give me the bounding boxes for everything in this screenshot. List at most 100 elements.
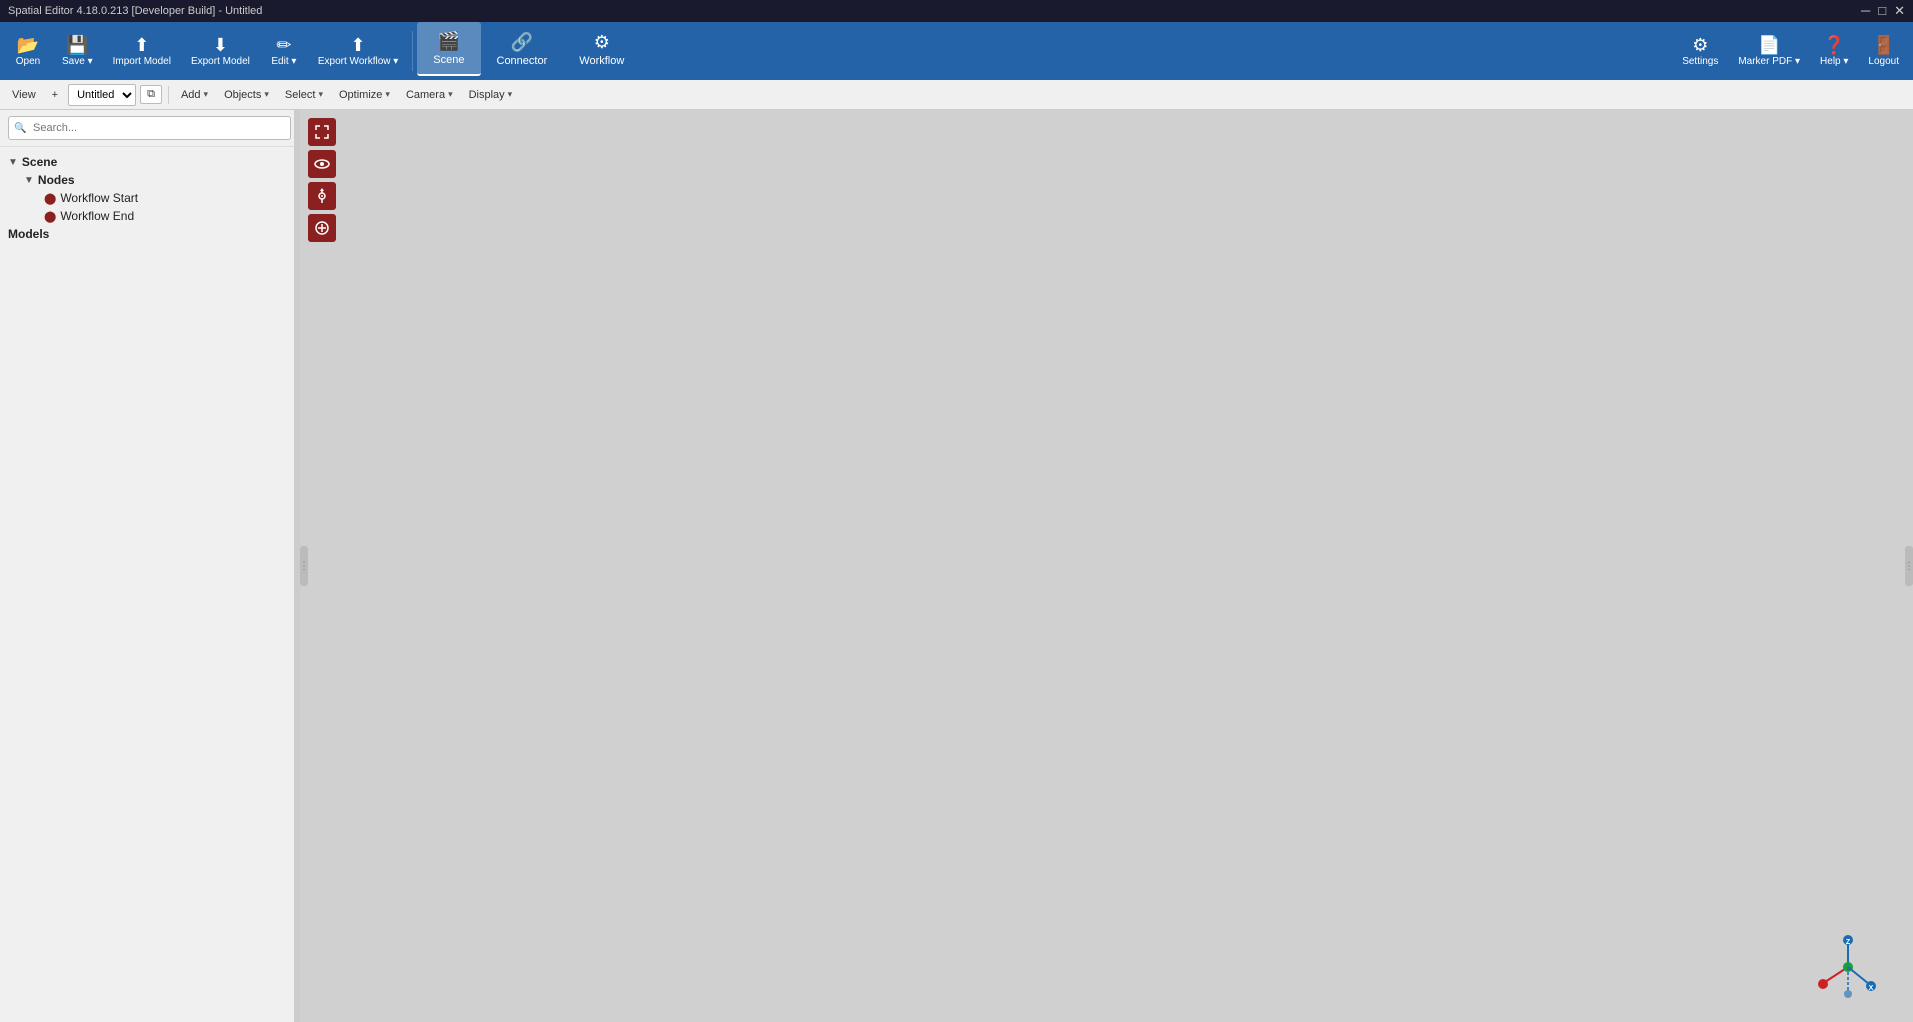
search-input[interactable] xyxy=(8,116,291,140)
maximize-button[interactable]: □ xyxy=(1878,3,1886,19)
import-model-button[interactable]: ⬆ Import Model xyxy=(103,24,181,78)
add-object-icon xyxy=(314,220,330,236)
logout-icon: 🚪 xyxy=(1872,36,1894,54)
export-model-button[interactable]: ⬇ Export Model xyxy=(181,24,260,78)
add-dropdown-icon: ▾ xyxy=(204,89,209,100)
viewport-toolbar xyxy=(308,118,336,242)
left-panel: ▼ Scene ▼ Nodes ⬤ Workflow Start ⬤ Workf… xyxy=(0,110,300,1022)
tab-workflow[interactable]: ⚙ Workflow xyxy=(563,22,640,76)
view-label: View xyxy=(6,87,42,103)
workflow-label: Workflow xyxy=(579,55,624,67)
objects-menu-label: Objects xyxy=(224,89,261,101)
select-dropdown-icon: ▾ xyxy=(318,89,323,100)
import-icon: ⬆ xyxy=(134,36,149,54)
axis-indicator: Z X xyxy=(1813,932,1883,1002)
marker-pdf-button[interactable]: 📄 Marker PDF ▾ xyxy=(1728,24,1810,78)
camera-dropdown-icon: ▾ xyxy=(448,89,453,100)
add-object-button[interactable] xyxy=(308,214,336,242)
left-panel-resize-handle[interactable] xyxy=(294,110,299,1022)
save-icon: 💾 xyxy=(66,36,88,54)
settings-icon: ⚙ xyxy=(1692,36,1708,54)
logout-button[interactable]: 🚪 Logout xyxy=(1858,24,1909,78)
models-label: Models xyxy=(8,227,49,241)
optimize-menu-label: Optimize xyxy=(339,89,382,101)
copy-view-button[interactable]: ⧉ xyxy=(140,85,162,104)
tab-scene[interactable]: 🎬 Scene xyxy=(417,22,480,76)
save-button[interactable]: 💾 Save ▾ xyxy=(52,24,103,78)
right-collapse-handle[interactable]: ⋮ xyxy=(1905,546,1913,586)
scene-icon: 🎬 xyxy=(438,31,460,52)
select-menu-label: Select xyxy=(285,89,316,101)
minimize-button[interactable]: ─ xyxy=(1861,3,1870,19)
viewport[interactable]: ⋮ ⋮ Z X xyxy=(300,110,1913,1022)
workflow-end-label: Workflow End xyxy=(60,209,134,223)
search-box xyxy=(0,110,299,147)
view-name-select[interactable]: Untitled xyxy=(68,84,136,106)
settings-button[interactable]: ⚙ Settings xyxy=(1672,24,1728,78)
transform-button[interactable] xyxy=(308,182,336,210)
help-button[interactable]: ❓ Help ▾ xyxy=(1810,24,1858,78)
toolbar-separator-1 xyxy=(412,31,413,71)
nodes-label: Nodes xyxy=(38,173,75,187)
svg-text:X: X xyxy=(1869,985,1874,992)
open-icon: 📂 xyxy=(17,36,39,54)
edit-button[interactable]: ✏ Edit ▾ xyxy=(260,24,308,78)
optimize-menu-button[interactable]: Optimize ▾ xyxy=(333,87,396,103)
tree-item-models[interactable]: Models xyxy=(0,225,299,243)
camera-menu-label: Camera xyxy=(406,89,445,101)
settings-label: Settings xyxy=(1682,56,1718,67)
scene-chevron: ▼ xyxy=(8,157,18,168)
camera-menu-button[interactable]: Camera ▾ xyxy=(400,87,459,103)
tab-connector[interactable]: 🔗 Connector xyxy=(481,22,564,76)
marker-pdf-label: Marker PDF ▾ xyxy=(1738,56,1800,67)
sec-separator-1 xyxy=(168,86,169,104)
workflow-end-icon: ⬤ xyxy=(44,210,56,223)
view-mode-icon xyxy=(314,156,330,172)
add-menu-button[interactable]: Add ▾ xyxy=(175,87,214,103)
window-controls: ─ □ ✕ xyxy=(1861,3,1905,19)
select-menu-button[interactable]: Select ▾ xyxy=(279,87,329,103)
save-label: Save ▾ xyxy=(62,56,93,67)
open-button[interactable]: 📂 Open xyxy=(4,24,52,78)
connector-icon: 🔗 xyxy=(511,32,533,53)
secondary-toolbar: View + Untitled ⧉ Add ▾ Objects ▾ Select… xyxy=(0,80,1913,110)
add-menu-label: Add xyxy=(181,89,201,101)
close-button[interactable]: ✕ xyxy=(1894,3,1905,19)
logout-label: Logout xyxy=(1868,56,1899,67)
tree-item-nodes[interactable]: ▼ Nodes xyxy=(0,171,299,189)
export-model-label: Export Model xyxy=(191,56,250,67)
scene-label: Scene xyxy=(433,54,464,66)
app-title: Spatial Editor 4.18.0.213 [Developer Bui… xyxy=(8,5,262,17)
export-workflow-icon: ⬆ xyxy=(351,36,366,54)
display-menu-label: Display xyxy=(469,89,505,101)
open-label: Open xyxy=(16,56,40,67)
add-view-button[interactable]: + xyxy=(46,87,64,103)
display-menu-button[interactable]: Display ▾ xyxy=(463,87,519,103)
title-bar: Spatial Editor 4.18.0.213 [Developer Bui… xyxy=(0,0,1913,22)
workflow-start-label: Workflow Start xyxy=(60,191,138,205)
workflow-start-icon: ⬤ xyxy=(44,192,56,205)
export-workflow-button[interactable]: ⬆ Export Workflow ▾ xyxy=(308,24,408,78)
tree-item-scene[interactable]: ▼ Scene xyxy=(0,153,299,171)
tree-item-workflow-start[interactable]: ⬤ Workflow Start xyxy=(0,189,299,207)
left-collapse-handle[interactable]: ⋮ xyxy=(300,546,308,586)
help-icon: ❓ xyxy=(1823,36,1845,54)
optimize-dropdown-icon: ▾ xyxy=(385,89,390,100)
fit-view-button[interactable] xyxy=(308,118,336,146)
help-label: Help ▾ xyxy=(1820,56,1848,67)
view-mode-button[interactable] xyxy=(308,150,336,178)
main-toolbar: 📂 Open 💾 Save ▾ ⬆ Import Model ⬇ Export … xyxy=(0,22,1913,80)
display-dropdown-icon: ▾ xyxy=(508,89,513,100)
svg-text:Z: Z xyxy=(1846,939,1851,946)
export-workflow-label: Export Workflow ▾ xyxy=(318,56,398,67)
fit-view-icon xyxy=(314,124,330,140)
tree-item-workflow-end[interactable]: ⬤ Workflow End xyxy=(0,207,299,225)
transform-icon xyxy=(314,188,330,204)
nodes-chevron: ▼ xyxy=(24,175,34,186)
connector-label: Connector xyxy=(497,55,548,67)
edit-icon: ✏ xyxy=(276,36,291,54)
objects-menu-button[interactable]: Objects ▾ xyxy=(218,87,275,103)
marker-pdf-icon: 📄 xyxy=(1758,36,1780,54)
objects-dropdown-icon: ▾ xyxy=(264,89,269,100)
scene-label: Scene xyxy=(22,155,57,169)
